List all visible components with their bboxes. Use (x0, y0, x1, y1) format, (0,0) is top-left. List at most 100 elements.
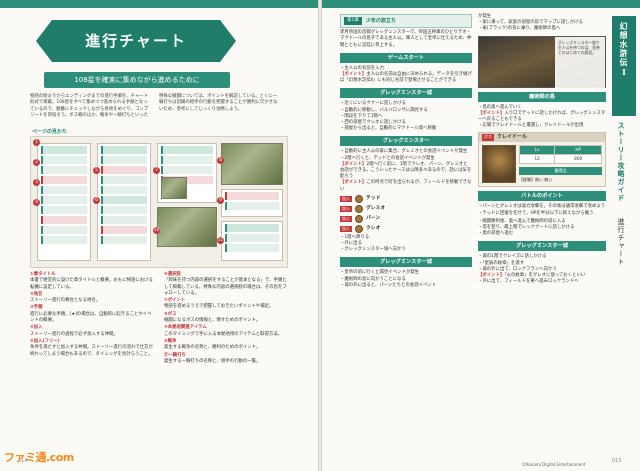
sections-a-tail: ・1階へ降りる ・外に出る ・グレッグミンスター城へ向かう (340, 235, 472, 254)
sample-column-4 (221, 189, 283, 217)
badge-10: 10 (153, 227, 160, 234)
character-icon (355, 204, 363, 213)
castle3-lines: ・城の1階でクレイズに話しかける ・「星辰の紋章」を渡す ・城の外に出て、ロックフラ… (478, 254, 606, 285)
chapter-title-banner: 進行チャート (36, 20, 236, 62)
sample-column-1 (37, 143, 91, 261)
section-title: グレッグミンスター城 (478, 241, 606, 252)
legend-item-text: ストーリー進行の過程で必ず加入する仲間。 (30, 331, 118, 337)
island-lines: ・島の奥へ進んでいく 【ポイント】入り口でテッドに話しかければ、グレッグミンスター… (478, 105, 606, 130)
badge-7: 7 (153, 167, 160, 174)
party-member: 加入 パーン (340, 214, 472, 223)
legend-item-text: 物語を進めるうえで把握しておきたいポイントや補足。 (164, 304, 274, 310)
section-steps: ・自動的に主人公の家に集合、グレミオとの会話イベントが発生 ・2階へ行くと、テッド… (340, 149, 472, 192)
join-tag: 加入 (340, 225, 352, 232)
chart-step: ・自動的に主人公の家に集合、グレミオとの会話イベントが発生 (340, 149, 468, 155)
legend-item: ⑥選択肢 「興味を持つ内容の選択をすることが基本となる」で、手順として掲載している… (164, 272, 288, 297)
character-name: グレミオ (366, 205, 386, 211)
screenshot-caption: グレッグミンスター城で主人公を待つのは、皇帝とのはじめての謁見。 (555, 36, 605, 89)
chart-step: ・外に出て、フィールドを東へ進みロックランドへ (478, 279, 579, 285)
intro-text: 物語の始まりからエンディングまでの進行手順を、チャート形式で掲載。108星をすべ… (30, 94, 278, 119)
chapter-box: 第1章 少年の旅立ち (340, 14, 472, 29)
lv-value: 12 (518, 153, 556, 165)
legend-item-title: 手順 (33, 305, 43, 311)
chart-step: 【ポイント】主人公の名前は自由に決められる。データを引き継げば「幻想水滸伝Ⅱ」に… (340, 72, 472, 84)
party-list: 加入 テッド 加入 グレミオ 加入 パーン 加入 クレオ (340, 194, 472, 233)
legend-item: ⑤加入(フリー) 条件を満たすと加入する仲間。ストーリー進行の流れで仕方が終わって… (30, 339, 154, 358)
drop-label: 獲得品 (519, 167, 602, 176)
legend-diagram: 1 2 3 4 5 6 7 8 9 10 11 (30, 136, 288, 268)
site-watermark: ファミ通.com (4, 451, 74, 464)
sections-a: ゲームスタート ・主人公の名前を入力 【ポイント】主人公の名前は自由に決められる。デ… (340, 52, 472, 193)
legend-item-text: ストーリー進行の舞台となる地名。 (30, 298, 101, 304)
character-icon (355, 224, 363, 233)
legend-item-title: ボス (167, 311, 177, 317)
castle2-lines: ・皇帝の前に行くと謁見イベントが発生 ・魔術師の島に向かうことになる ・城の外に出る… (340, 270, 472, 289)
character-name: パーン (366, 215, 381, 221)
party-member: 加入 クレオ (340, 224, 472, 233)
character-icon (355, 214, 363, 223)
chart-step: ・城の外に出ると、パーンたちとの会話イベント (340, 282, 437, 288)
section-title: グレッグミンスター城 (340, 88, 472, 99)
character-icon (355, 194, 363, 203)
legend-item-text: 本書で便宜的に設けた章タイトルと概要。おもに物語における転機に設定している。 (30, 278, 153, 290)
badge-1: 1 (33, 139, 40, 146)
point-marker: 【ポイント】 (340, 180, 367, 186)
side-guide-label: ストーリー攻略ガイド (617, 122, 625, 202)
legend-heading: ページの見かた (32, 129, 67, 135)
join-tag: 加入 (340, 205, 352, 212)
legend-item: ⑦ポイント 物語を進めるうえで把握しておきたいポイントや補足。 (164, 298, 288, 311)
legend-item: ⑪一騎打ち 発生する一騎打ちの名称と、相手の行動の一覧。 (164, 353, 288, 366)
legend-item: ③手順 進行に必要な手順。[★]の場合は、自動的に起きることやイベントの概要。 (30, 305, 154, 324)
point-marker: 【ポイント】 (478, 273, 505, 279)
chart-step: ・グレッグミンスター城へ向かう (340, 247, 406, 253)
legend-item-title: ポイント (167, 298, 186, 304)
legend-item-text: 「興味を持つ内容の選択をすることが基本となる」で、手順として掲載している。特殊な… (164, 278, 287, 296)
legend-item: ①章タイトル 本書で便宜的に設けた章タイトルと概要。おもに物語における転機に設定し… (30, 272, 154, 291)
sample-portrait (161, 177, 187, 199)
sample-screenshot-2 (157, 207, 217, 247)
legend-item: ④加入 ストーリー進行の過程で必ず加入する仲間。 (30, 325, 154, 338)
lv-label: Lv (518, 144, 556, 155)
badge-5: 5 (93, 167, 100, 174)
join-tag: 加入 (340, 215, 352, 222)
point-marker: 【ポイント】 (340, 161, 367, 167)
point-marker: 【ポイント】 (478, 110, 505, 116)
colb-mid: ・戦闘勝利後、奥へ進んで魔術師の塔に入る ・塔を登り、最上階でレックナートに話しか… (478, 219, 606, 238)
sample-column-5 (221, 221, 283, 261)
subtitle: 108星を確実に集めながら進めるために (44, 72, 230, 88)
chart-column-b: が発生 ・家に帰って、家族の部屋の前でマップに話しかける ・竜(ブラック)の背に乗り… (478, 14, 606, 287)
chart-step: ・部屋から出ると、自動的にマクドール邸へ移動 (340, 126, 437, 132)
top-band (322, 0, 640, 8)
boss-body: Lv HP 12 800 獲得品 【経験】無い 無い (479, 142, 605, 187)
chart-step: ・パーンとグレミオは協力攻撃を。その後は通常攻撃で攻めよう (478, 204, 606, 210)
legend-item: ⑧ボス 戦闘になるボスの情報と、倒すためのポイント。 (164, 312, 288, 325)
boss-tag: ボス (482, 134, 494, 141)
join-tag: 加入 (340, 195, 352, 202)
badge-4: 4 (33, 199, 40, 206)
section-title: グレッグミンスター城 (340, 257, 472, 268)
legend-item: ⑩戦争 発生する戦争の名称と、勝利のためのポイント。 (164, 339, 288, 352)
section-steps: ・近くにいるクナーに話しかける ・自動的に移動し、バルバロッサに謁見する ・階段を下… (340, 101, 472, 132)
left-page: 進行チャート 108星を確実に集めながら進めるために 物語の始まりからエンディン… (0, 0, 318, 471)
boss-card: ボス クレイドール Lv HP 12 800 獲得品 【経験】無い 無い (478, 132, 606, 188)
sample-column-2 (97, 143, 151, 261)
badge-2: 2 (33, 159, 40, 166)
legend-item-title: 章タイトル (33, 272, 56, 277)
legend-item-text: 条件を満たすと加入する仲間。ストーリー進行の流れで仕方が終わってしまう場合もある… (30, 345, 153, 357)
chart-step: 【ポイント】この時点で町を出られるが、フィールドを移動できない (340, 180, 472, 192)
chapter-title: 進行チャート (85, 32, 187, 50)
copyright: ©Konami Digital Entertainment (522, 462, 586, 467)
chart-step: ・広場でクレイドールと遭遇し、クレイドールが出現 (478, 123, 584, 129)
chapter-tag: 第1章 (344, 17, 362, 26)
battle-lines: ・パーンとグレミオは協力攻撃を。その後は通常攻撃で攻めよう ・テッドに回復を任せて… (478, 204, 606, 216)
legend-item-title: 地名 (33, 291, 43, 297)
colb-top: が発生 ・家に帰って、家族の部屋の前でマップに話しかける ・竜(ブラック)の背に乗り… (478, 14, 606, 33)
legend-item-text: 進行に必要な手順。[★]の場合は、自動的に起きることやイベントの概要。 (30, 311, 152, 324)
section-title: グレッグミンスター (340, 136, 472, 147)
legend-item-title: 一騎打ち (168, 352, 186, 358)
boss-stat-table: Lv HP 12 800 (518, 144, 602, 165)
chart-step: ・テッドに回復を任せて、HPを半分以下に抑えながら戦う (478, 210, 594, 216)
legend-item-text: このタイミングで手に入る本拠地用のアイテムと取得方法。 (164, 331, 283, 337)
screenshot-castle: グレッグミンスター城で主人公を待つのは、皇帝とのはじめての謁見。 (478, 35, 606, 89)
chart-step: 【ポイント】2階へ行く前に、1階でクレオ、パーン、グレミオと会話ができる。こうい… (340, 161, 472, 180)
